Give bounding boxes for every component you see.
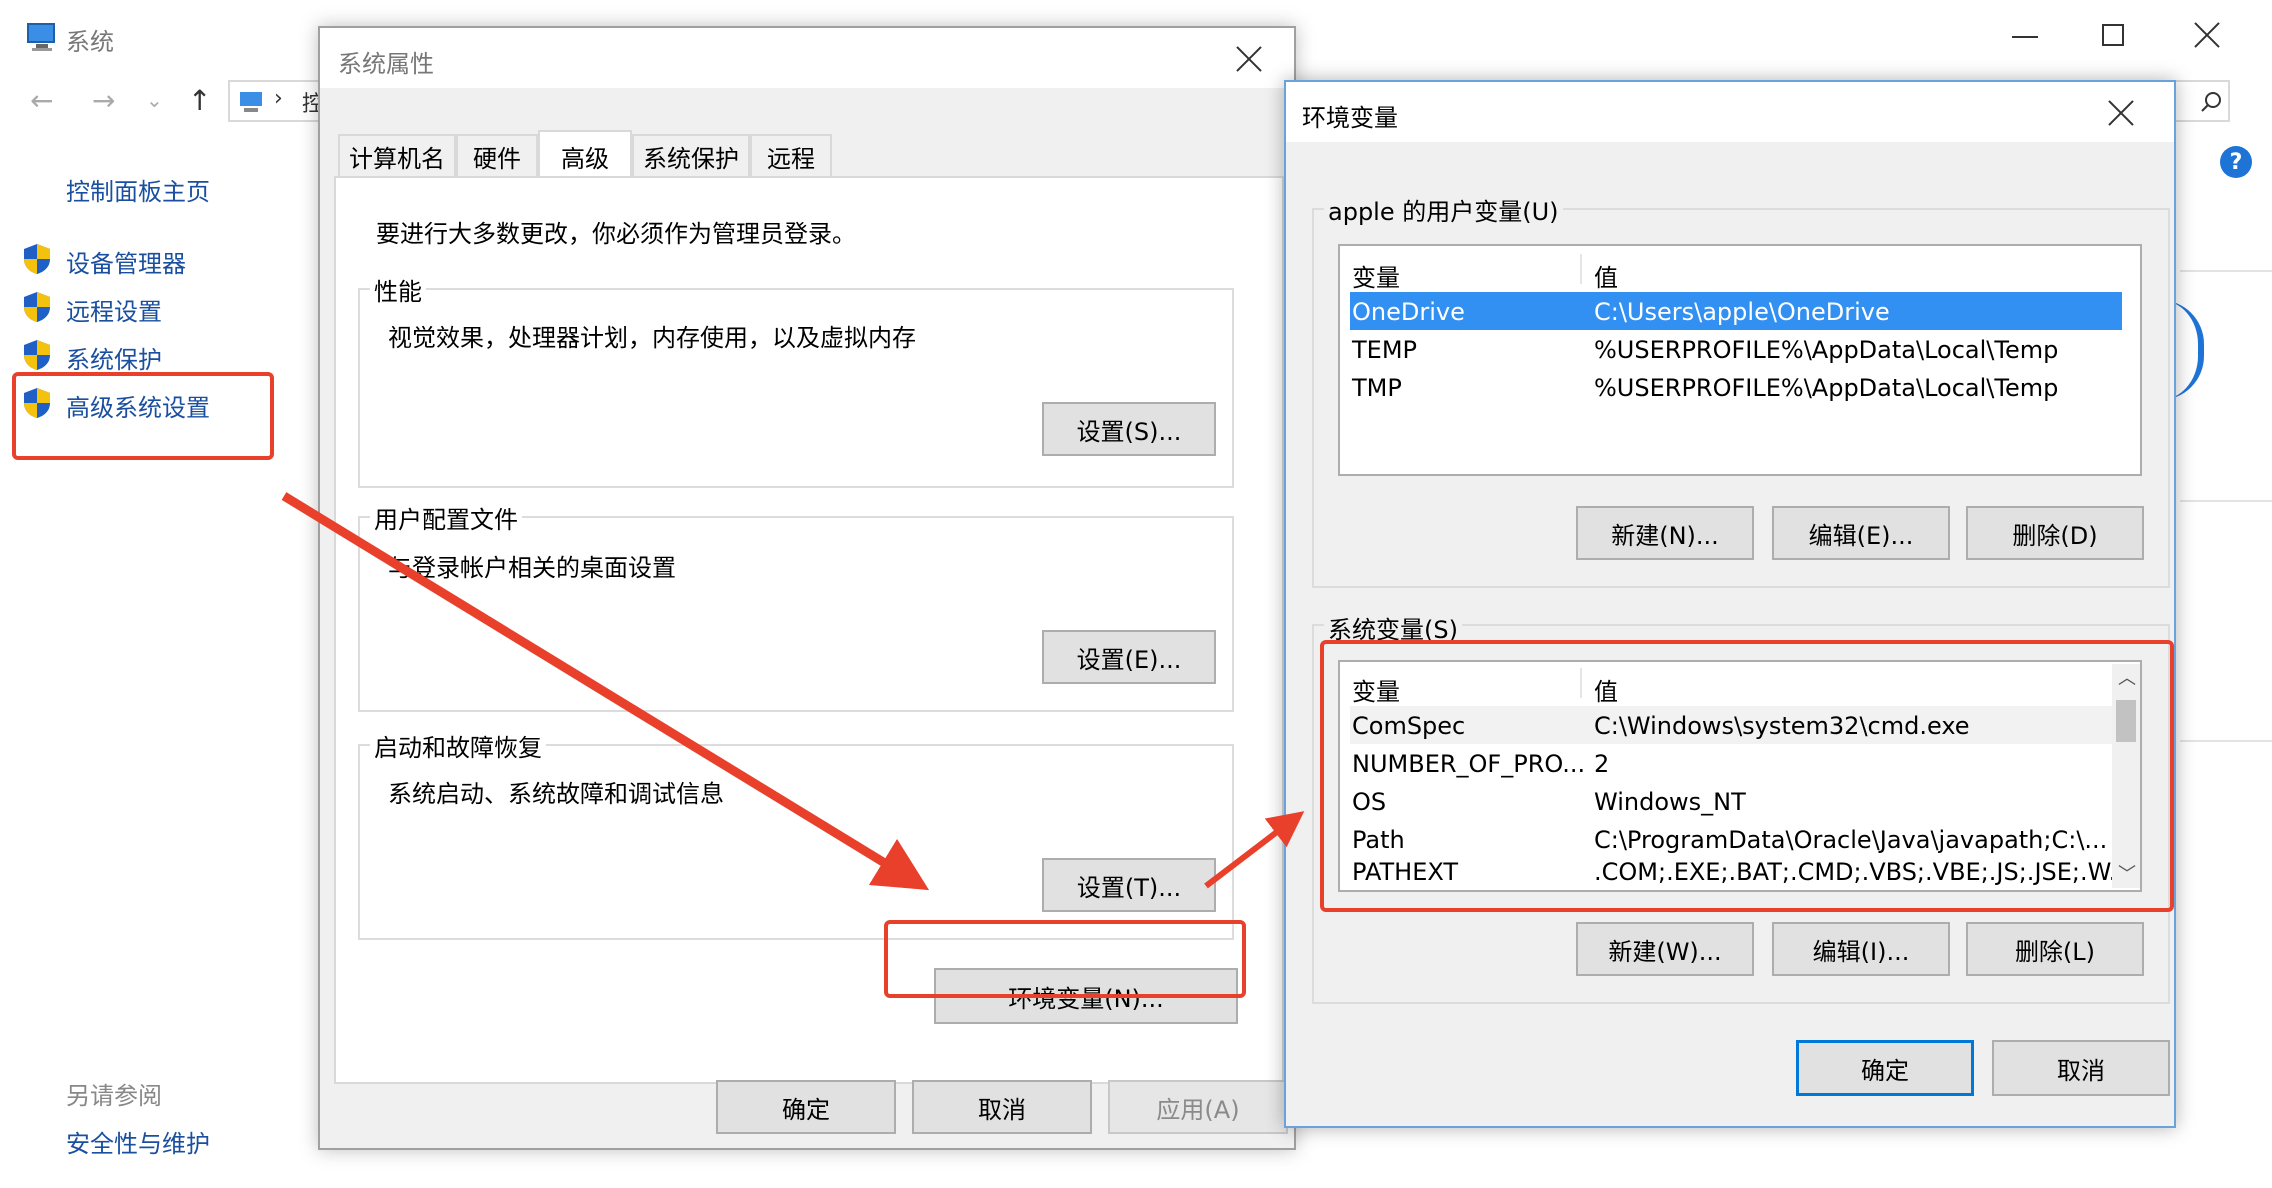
arrow-to-env-button	[281, 492, 930, 891]
arrow-to-system-variables	[1204, 811, 1305, 889]
annotation-arrows	[281, 492, 1305, 891]
